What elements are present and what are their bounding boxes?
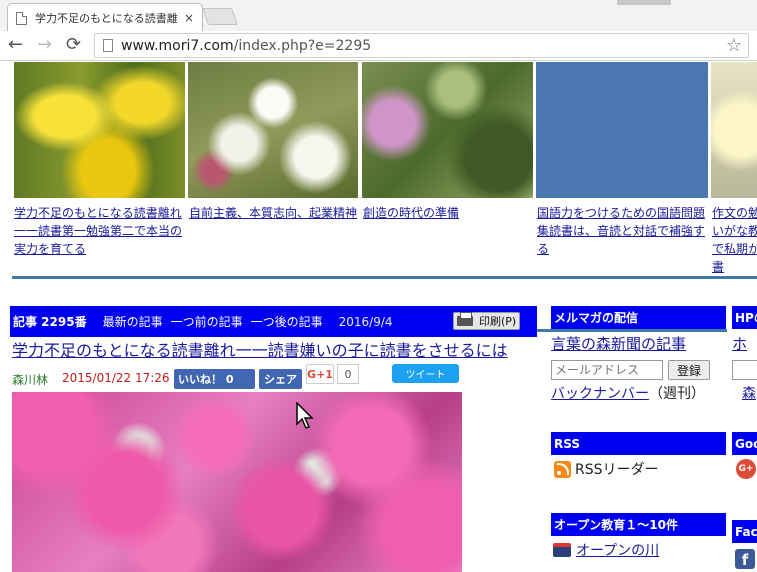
print-button[interactable]: 印刷(P) <box>453 312 520 330</box>
open-river-icon <box>553 543 571 557</box>
previous-article-link[interactable]: 一つ前の記事 <box>171 313 243 330</box>
hp-heading: HPの <box>732 306 757 329</box>
thumbnail-link-4[interactable]: 国語力をつけるための国語問題集読書は、音読と対話で補強する <box>537 204 709 258</box>
rss-reader-row[interactable]: RSSリーダー <box>554 459 659 479</box>
section-divider <box>12 276 757 279</box>
article-author: 森川林 <box>12 373 49 387</box>
backnumber-link[interactable]: バックナンバー <box>551 386 649 402</box>
reload-icon[interactable]: ⟳ <box>66 36 81 54</box>
thumbnail-link-1[interactable]: 学力不足のもとになる読書離れ一一読書第一勉強第二で本当の実力を育てる <box>14 204 184 258</box>
mailmag-heading: メルマガの配信 <box>551 306 726 329</box>
page-favicon-icon <box>16 11 27 25</box>
facebook-heading: Fac <box>732 520 757 543</box>
open-education-heading: オープン教育１〜10件 <box>551 513 726 536</box>
article-photo-pink-primroses <box>12 392 462 572</box>
mouse-cursor-icon <box>296 402 314 429</box>
thumbnail-image-blue[interactable] <box>536 62 708 198</box>
url-text: www.mori7.com/index.php?e=2295 <box>121 37 372 54</box>
print-label: 印刷(P) <box>479 315 517 328</box>
facebook-like-button[interactable]: いいね！ 0 <box>174 369 255 389</box>
google-plus-icon[interactable]: G+ <box>736 459 756 479</box>
rss-heading: RSS <box>551 432 726 455</box>
article-date: 2016/9/4 <box>338 314 393 329</box>
tab-title: 学力不足のもとになる読書離 <box>35 12 178 25</box>
thumbnail-image-white-flowers[interactable] <box>188 62 358 198</box>
forward-arrow-icon[interactable]: → <box>37 36 52 54</box>
google-plus-count: 0 <box>337 364 359 384</box>
tab-bar: 学力不足のもとになる読書離 × <box>0 0 757 32</box>
browser-toolbar: ← → ⟳ www.mori7.com/index.php?e=2295 ☆ <box>0 31 757 61</box>
article-published-date: 2015/01/22 17:26 <box>62 371 170 385</box>
like-label: いいね！ 0 <box>178 373 234 386</box>
backnumber-row: バックナンバー（週刊） <box>551 383 705 403</box>
mori-link[interactable]: 森 <box>742 383 756 403</box>
newspaper-link[interactable]: 言葉の森新聞の記事 <box>551 333 686 354</box>
thumbnail-link-3[interactable]: 創造の時代の準備 <box>363 204 533 222</box>
printer-icon <box>457 312 473 326</box>
window-controls[interactable] <box>617 0 671 5</box>
tab-close-icon[interactable]: × <box>184 11 194 25</box>
thumbnail-link-5[interactable]: 作文の勉合いがな教材で私期から書 <box>712 204 757 276</box>
web-page: 学力不足のもとになる読書離れ一一読書第一勉強第二で本当の実力を育てる 自前主義、… <box>0 62 757 572</box>
article-header-bar: 記事 2295番 最新の記事 一つ前の記事 一つ後の記事 2016/9/4 印刷… <box>10 306 537 337</box>
browser-tab[interactable]: 学力不足のもとになる読書離 × <box>7 3 203 32</box>
thumbnail-image-violet-flowers[interactable] <box>362 62 533 198</box>
thumbnail-strip <box>14 62 757 202</box>
address-bar[interactable]: www.mori7.com/index.php?e=2295 ☆ <box>94 33 749 58</box>
thumbnail-image-pansy[interactable] <box>711 62 757 198</box>
facebook-icon[interactable]: f <box>735 549 755 569</box>
email-field[interactable] <box>551 360 663 380</box>
backnumber-note: （週刊） <box>649 386 705 402</box>
browser-window: 学力不足のもとになる読書離 × ← → ⟳ www.mori7.com/inde… <box>0 0 757 572</box>
tweet-button[interactable]: ツイート <box>392 364 459 383</box>
article-number: 記事 2295番 <box>13 315 87 329</box>
open-river-row[interactable]: オープンの川 <box>553 540 659 560</box>
facebook-share-button[interactable]: シェア <box>259 369 302 389</box>
rss-icon <box>554 460 571 478</box>
new-tab-button[interactable] <box>201 8 239 25</box>
article-title[interactable]: 学力不足のもとになる読書離れ一一読書嫌いの子に読書をさせるには <box>12 341 508 361</box>
header-underline <box>537 329 727 332</box>
next-article-link[interactable]: 一つ後の記事 <box>251 313 323 330</box>
back-arrow-icon[interactable]: ← <box>8 36 23 54</box>
latest-article-link[interactable]: 最新の記事 <box>103 313 163 330</box>
rss-reader-label: RSSリーダー <box>575 462 659 478</box>
google-plus-button[interactable]: G+1 <box>306 364 334 384</box>
page-info-icon[interactable] <box>103 39 113 52</box>
thumbnail-image-daffodils[interactable] <box>14 62 185 198</box>
google-heading: Goo <box>732 432 757 455</box>
bookmark-star-icon[interactable]: ☆ <box>726 35 742 56</box>
hp-search-input[interactable] <box>732 360 757 380</box>
thumbnail-link-2[interactable]: 自前主義、本質志向、起業精神 <box>189 204 359 222</box>
register-button[interactable]: 登録 <box>668 360 710 380</box>
open-river-link[interactable]: オープンの川 <box>576 540 659 560</box>
